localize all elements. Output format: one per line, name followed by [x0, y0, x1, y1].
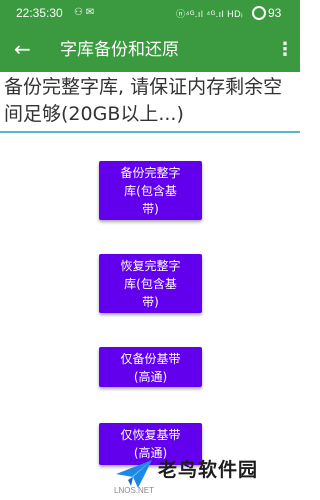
arrow-back-icon[interactable]: ←: [14, 37, 31, 61]
watermark-name: 老鸟软件园: [158, 459, 259, 481]
status-time: 22:35:30: [16, 6, 63, 20]
app-bar: ← 字库备份和还原 ⋮: [0, 28, 300, 72]
backup-full-button[interactable]: 备份完整字 库(包含基 带): [99, 161, 202, 220]
watermark: 老鸟软件园 LNOS.NET: [108, 452, 298, 498]
network-signal-icons: ⓝ⁴ᴳ.ıl ⁴ᴳ.ıl HDᵢ: [176, 9, 244, 19]
page-title: 字库备份和还原: [60, 40, 179, 60]
watermark-url: LNOS.NET: [114, 486, 155, 495]
notification-icons: ⚇ ✉: [74, 7, 95, 18]
battery-level: 93: [268, 6, 282, 20]
battery-icon: [252, 6, 266, 20]
more-vert-icon[interactable]: ⋮: [276, 38, 294, 62]
divider: [0, 131, 300, 133]
backup-baseband-button[interactable]: 仅备份基带 (高通): [99, 347, 202, 387]
status-bar: 22:35:30 ⚇ ✉ ⓝ⁴ᴳ.ıl ⁴ᴳ.ıl HDᵢ 93: [0, 0, 300, 28]
storage-notice: 备份完整字库, 请保证内存剩余空间足够(20GB以上...): [4, 76, 283, 125]
restore-full-button[interactable]: 恢复完整字 库(包含基 带): [99, 254, 202, 313]
